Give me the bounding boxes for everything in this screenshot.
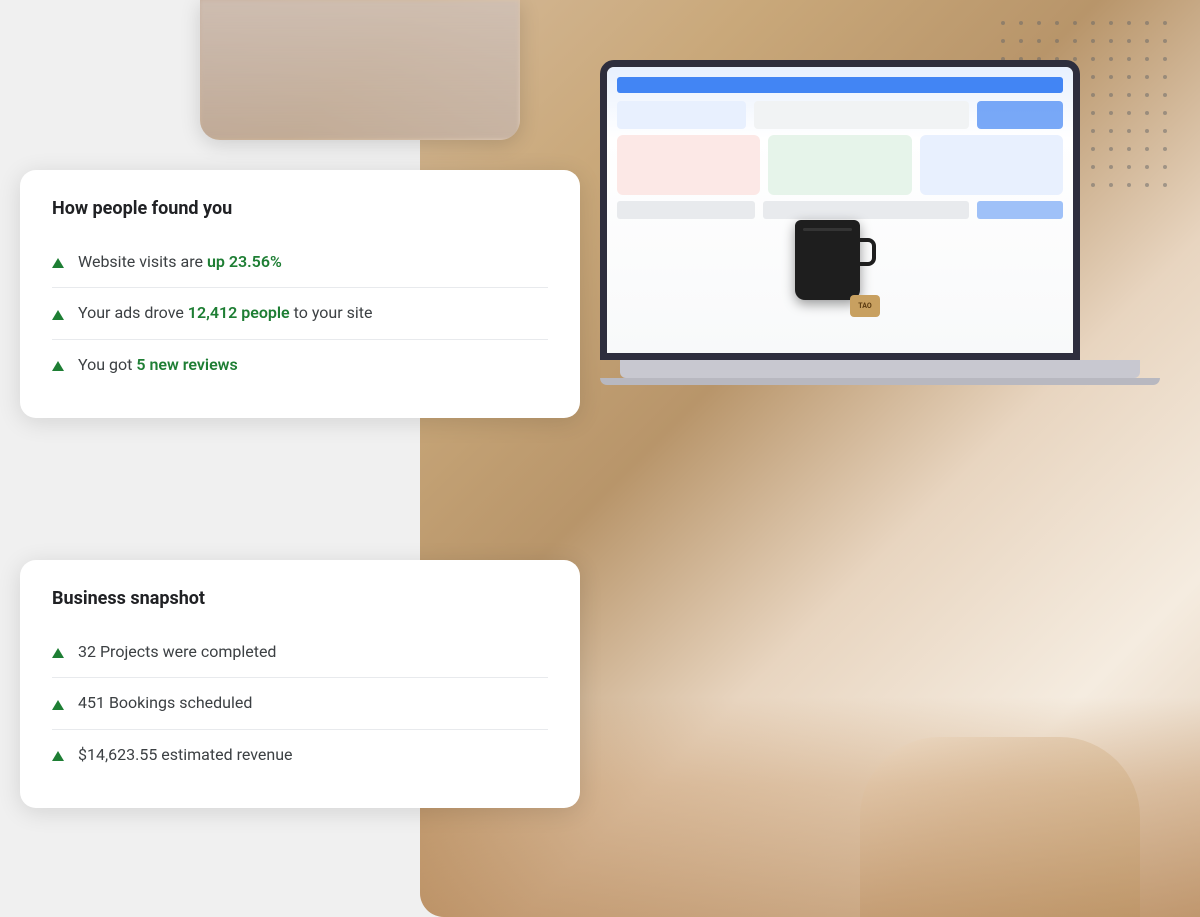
arrow-up-icon-revenue (52, 751, 64, 761)
arrow-up-icon-reviews (52, 361, 64, 371)
laptop (600, 60, 1160, 385)
stat-item-projects: 32 Projects were completed (52, 627, 548, 677)
stat-item-ads: Your ads drove 12,412 people to your sit… (52, 287, 548, 338)
highlight-ads: 12,412 people (188, 303, 290, 322)
stat-text-projects: 32 Projects were completed (78, 641, 276, 663)
stat-text-ads: Your ads drove 12,412 people to your sit… (78, 302, 372, 324)
top-photo-strip (200, 0, 520, 140)
arrow-up-icon-website (52, 258, 64, 268)
stat-text-reviews: You got 5 new reviews (78, 354, 238, 376)
card-bottom-title: Business snapshot (52, 588, 548, 609)
card-top-title: How people found you (52, 198, 548, 219)
stat-text-website-visits: Website visits are up 23.56% (78, 251, 282, 273)
arrow-up-icon-bookings (52, 700, 64, 710)
highlight-website-visits: up 23.56% (207, 252, 282, 271)
card-business-snapshot: Business snapshot 32 Projects were compl… (20, 560, 580, 808)
arrow-up-icon-projects (52, 648, 64, 658)
stat-item-revenue: $14,623.55 estimated revenue (52, 729, 548, 780)
coffee-cup (795, 220, 860, 300)
stat-text-revenue: $14,623.55 estimated revenue (78, 744, 293, 766)
stat-item-bookings: 451 Bookings scheduled (52, 677, 548, 728)
stat-text-bookings: 451 Bookings scheduled (78, 692, 252, 714)
highlight-reviews: 5 new reviews (136, 355, 237, 374)
stat-item-reviews: You got 5 new reviews (52, 339, 548, 390)
scene: TAO How people found you Website visits … (0, 0, 1200, 917)
card-how-found: How people found you Website visits are … (20, 170, 580, 418)
tea-tag: TAO (850, 295, 880, 317)
stat-item-website-visits: Website visits are up 23.56% (52, 237, 548, 287)
arrow-up-icon-ads (52, 310, 64, 320)
